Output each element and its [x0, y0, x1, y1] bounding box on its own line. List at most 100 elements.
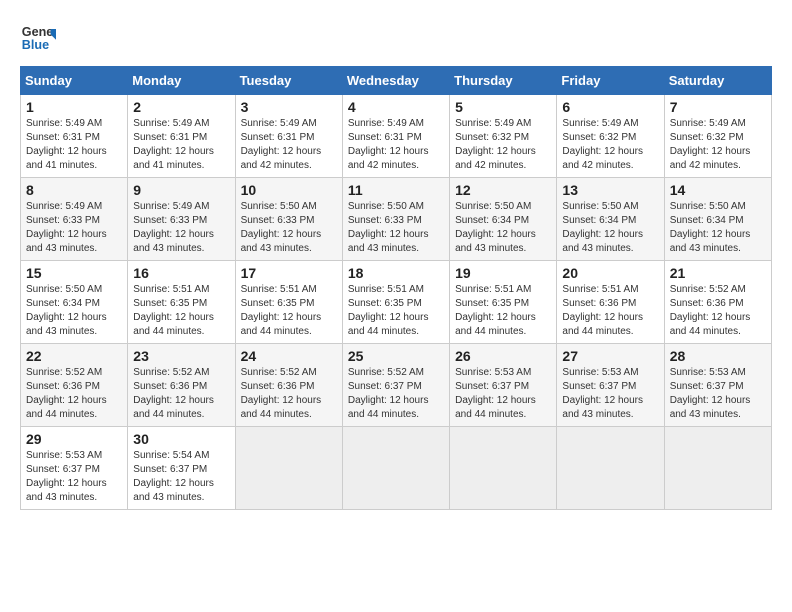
- header: General Blue: [20, 20, 772, 56]
- weekday-header-sunday: Sunday: [21, 67, 128, 95]
- calendar-cell: 1 Sunrise: 5:49 AM Sunset: 6:31 PM Daylig…: [21, 95, 128, 178]
- day-info: Sunrise: 5:50 AM Sunset: 6:34 PM Dayligh…: [562, 200, 658, 256]
- calendar-cell: 19Sunrise: 5:51 AM Sunset: 6:35 PM Dayli…: [450, 261, 557, 344]
- day-info: Sunrise: 5:51 AM Sunset: 6:35 PM Dayligh…: [241, 283, 337, 339]
- day-info: Sunrise: 5:49 AM Sunset: 6:31 PM Dayligh…: [348, 117, 444, 173]
- calendar-cell: [557, 427, 664, 510]
- day-info: Sunrise: 5:53 AM Sunset: 6:37 PM Dayligh…: [670, 366, 766, 422]
- day-number: 13: [562, 182, 658, 198]
- calendar-header: SundayMondayTuesdayWednesdayThursdayFrid…: [21, 67, 772, 95]
- weekday-header-monday: Monday: [128, 67, 235, 95]
- calendar-cell: 11Sunrise: 5:50 AM Sunset: 6:33 PM Dayli…: [342, 178, 449, 261]
- day-number: 18: [348, 265, 444, 281]
- calendar-cell: 15 Sunrise: 5:50 AM Sunset: 6:34 PM Dayli…: [21, 261, 128, 344]
- calendar-cell: 29 Sunrise: 5:53 AM Sunset: 6:37 PM Dayli…: [21, 427, 128, 510]
- day-info: Sunrise: 5:49 AM Sunset: 6:32 PM Dayligh…: [670, 117, 766, 173]
- day-info: Sunrise: 5:49 AM Sunset: 6:31 PM Dayligh…: [241, 117, 337, 173]
- day-number: 15: [26, 265, 122, 281]
- calendar-cell: 4 Sunrise: 5:49 AM Sunset: 6:31 PM Daylig…: [342, 95, 449, 178]
- weekday-header-friday: Friday: [557, 67, 664, 95]
- day-number: 27: [562, 348, 658, 364]
- day-info: Sunrise: 5:52 AM Sunset: 6:36 PM Dayligh…: [26, 366, 122, 422]
- day-number: 24: [241, 348, 337, 364]
- day-info: Sunrise: 5:49 AM Sunset: 6:33 PM Dayligh…: [133, 200, 229, 256]
- day-info: Sunrise: 5:49 AM Sunset: 6:32 PM Dayligh…: [455, 117, 551, 173]
- day-number: 29: [26, 431, 122, 447]
- day-info: Sunrise: 5:51 AM Sunset: 6:35 PM Dayligh…: [455, 283, 551, 339]
- weekday-header-saturday: Saturday: [664, 67, 771, 95]
- calendar-cell: 27 Sunrise: 5:53 AM Sunset: 6:37 PM Dayli…: [557, 344, 664, 427]
- calendar-cell: 12 Sunrise: 5:50 AM Sunset: 6:34 PM Dayli…: [450, 178, 557, 261]
- day-number: 30: [133, 431, 229, 447]
- calendar-cell: 24Sunrise: 5:52 AM Sunset: 6:36 PM Dayli…: [235, 344, 342, 427]
- calendar-cell: 14Sunrise: 5:50 AM Sunset: 6:34 PM Dayli…: [664, 178, 771, 261]
- week-row-4: 22 Sunrise: 5:52 AM Sunset: 6:36 PM Dayli…: [21, 344, 772, 427]
- calendar-cell: 8 Sunrise: 5:49 AM Sunset: 6:33 PM Daylig…: [21, 178, 128, 261]
- day-info: Sunrise: 5:49 AM Sunset: 6:33 PM Dayligh…: [26, 200, 122, 256]
- day-number: 22: [26, 348, 122, 364]
- day-info: Sunrise: 5:49 AM Sunset: 6:31 PM Dayligh…: [26, 117, 122, 173]
- calendar-cell: [450, 427, 557, 510]
- day-info: Sunrise: 5:52 AM Sunset: 6:37 PM Dayligh…: [348, 366, 444, 422]
- calendar-cell: 30 Sunrise: 5:54 AM Sunset: 6:37 PM Dayli…: [128, 427, 235, 510]
- day-number: 28: [670, 348, 766, 364]
- day-number: 16: [133, 265, 229, 281]
- day-number: 1: [26, 99, 122, 115]
- calendar-cell: 9Sunrise: 5:49 AM Sunset: 6:33 PM Daylig…: [128, 178, 235, 261]
- week-row-3: 15 Sunrise: 5:50 AM Sunset: 6:34 PM Dayli…: [21, 261, 772, 344]
- day-info: Sunrise: 5:49 AM Sunset: 6:32 PM Dayligh…: [562, 117, 658, 173]
- day-number: 3: [241, 99, 337, 115]
- calendar-cell: 13 Sunrise: 5:50 AM Sunset: 6:34 PM Dayli…: [557, 178, 664, 261]
- calendar-cell: 25Sunrise: 5:52 AM Sunset: 6:37 PM Dayli…: [342, 344, 449, 427]
- day-info: Sunrise: 5:52 AM Sunset: 6:36 PM Dayligh…: [670, 283, 766, 339]
- day-number: 26: [455, 348, 551, 364]
- weekday-row: SundayMondayTuesdayWednesdayThursdayFrid…: [21, 67, 772, 95]
- calendar-cell: 26 Sunrise: 5:53 AM Sunset: 6:37 PM Dayli…: [450, 344, 557, 427]
- calendar-cell: 28 Sunrise: 5:53 AM Sunset: 6:37 PM Dayli…: [664, 344, 771, 427]
- day-info: Sunrise: 5:50 AM Sunset: 6:34 PM Dayligh…: [455, 200, 551, 256]
- calendar-cell: [235, 427, 342, 510]
- calendar-cell: 2 Sunrise: 5:49 AM Sunset: 6:31 PM Daylig…: [128, 95, 235, 178]
- day-info: Sunrise: 5:51 AM Sunset: 6:35 PM Dayligh…: [348, 283, 444, 339]
- calendar-cell: 3 Sunrise: 5:49 AM Sunset: 6:31 PM Daylig…: [235, 95, 342, 178]
- day-info: Sunrise: 5:50 AM Sunset: 6:34 PM Dayligh…: [26, 283, 122, 339]
- calendar-cell: 22 Sunrise: 5:52 AM Sunset: 6:36 PM Dayli…: [21, 344, 128, 427]
- calendar-cell: 23 Sunrise: 5:52 AM Sunset: 6:36 PM Dayli…: [128, 344, 235, 427]
- day-number: 10: [241, 182, 337, 198]
- day-number: 2: [133, 99, 229, 115]
- logo: General Blue: [20, 20, 56, 56]
- day-info: Sunrise: 5:52 AM Sunset: 6:36 PM Dayligh…: [133, 366, 229, 422]
- day-info: Sunrise: 5:54 AM Sunset: 6:37 PM Dayligh…: [133, 449, 229, 505]
- calendar-cell: 7 Sunrise: 5:49 AM Sunset: 6:32 PM Daylig…: [664, 95, 771, 178]
- day-number: 6: [562, 99, 658, 115]
- day-info: Sunrise: 5:50 AM Sunset: 6:33 PM Dayligh…: [348, 200, 444, 256]
- day-number: 4: [348, 99, 444, 115]
- day-info: Sunrise: 5:49 AM Sunset: 6:31 PM Dayligh…: [133, 117, 229, 173]
- calendar-cell: [342, 427, 449, 510]
- weekday-header-tuesday: Tuesday: [235, 67, 342, 95]
- day-number: 8: [26, 182, 122, 198]
- day-info: Sunrise: 5:53 AM Sunset: 6:37 PM Dayligh…: [455, 366, 551, 422]
- weekday-header-thursday: Thursday: [450, 67, 557, 95]
- calendar-cell: 21 Sunrise: 5:52 AM Sunset: 6:36 PM Dayli…: [664, 261, 771, 344]
- calendar-cell: [664, 427, 771, 510]
- day-number: 12: [455, 182, 551, 198]
- day-number: 21: [670, 265, 766, 281]
- day-info: Sunrise: 5:53 AM Sunset: 6:37 PM Dayligh…: [26, 449, 122, 505]
- day-info: Sunrise: 5:51 AM Sunset: 6:36 PM Dayligh…: [562, 283, 658, 339]
- logo-icon: General Blue: [20, 20, 56, 56]
- calendar-cell: 18 Sunrise: 5:51 AM Sunset: 6:35 PM Dayli…: [342, 261, 449, 344]
- calendar-cell: 20 Sunrise: 5:51 AM Sunset: 6:36 PM Dayli…: [557, 261, 664, 344]
- day-number: 23: [133, 348, 229, 364]
- day-number: 20: [562, 265, 658, 281]
- week-row-2: 8 Sunrise: 5:49 AM Sunset: 6:33 PM Daylig…: [21, 178, 772, 261]
- day-number: 7: [670, 99, 766, 115]
- day-info: Sunrise: 5:50 AM Sunset: 6:33 PM Dayligh…: [241, 200, 337, 256]
- svg-text:Blue: Blue: [22, 38, 49, 52]
- calendar-cell: 10 Sunrise: 5:50 AM Sunset: 6:33 PM Dayli…: [235, 178, 342, 261]
- calendar-cell: 17 Sunrise: 5:51 AM Sunset: 6:35 PM Dayli…: [235, 261, 342, 344]
- day-info: Sunrise: 5:51 AM Sunset: 6:35 PM Dayligh…: [133, 283, 229, 339]
- day-number: 17: [241, 265, 337, 281]
- calendar-body: 1 Sunrise: 5:49 AM Sunset: 6:31 PM Daylig…: [21, 95, 772, 510]
- day-info: Sunrise: 5:53 AM Sunset: 6:37 PM Dayligh…: [562, 366, 658, 422]
